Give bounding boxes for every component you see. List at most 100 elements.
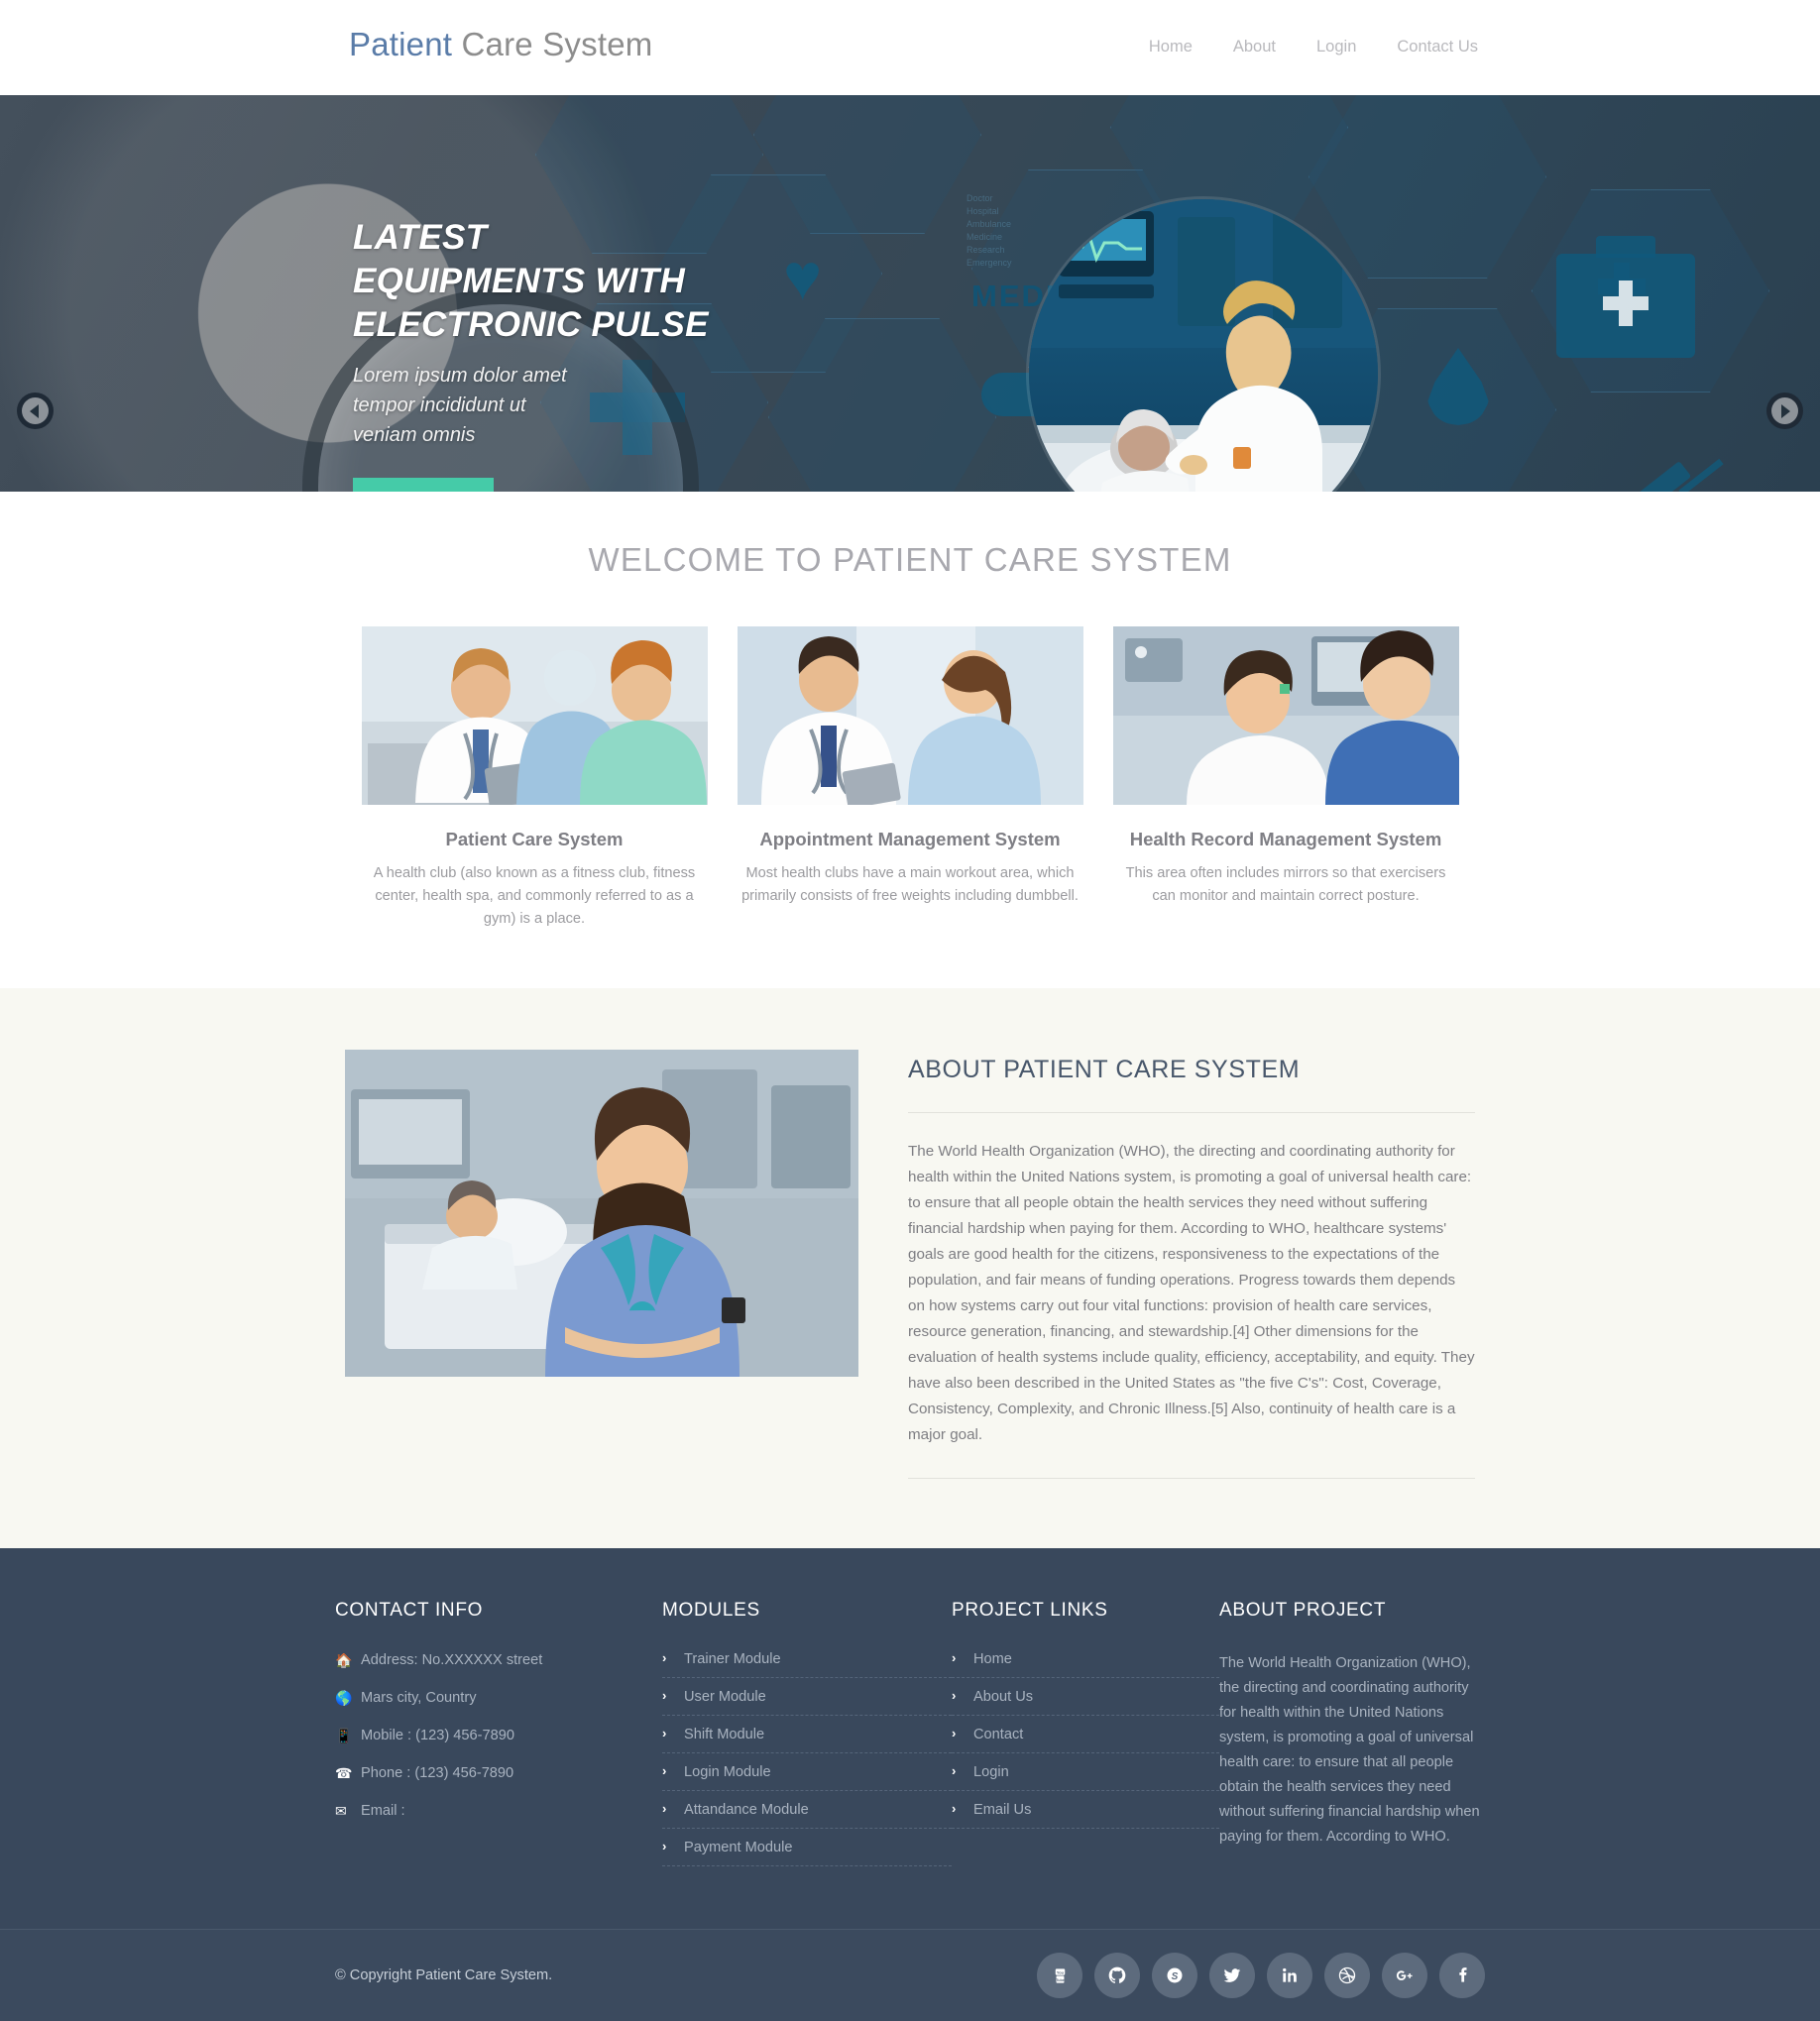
footer-contact-heading: CONTACT INFO [335, 1600, 484, 1621]
carousel-prev-arrow[interactable] [17, 393, 54, 429]
read-more-button[interactable]: Read more [353, 478, 494, 492]
project-link-label: Login [973, 1764, 1009, 1780]
facebook-icon[interactable] [1439, 1953, 1485, 1998]
module-link-label: User Module [684, 1689, 766, 1705]
main-navigation: Home About Login Contact Us [1149, 38, 1478, 56]
contact-row-city: 🌎 Mars city, Country [335, 1689, 662, 1708]
home-icon: 🏠 [335, 1652, 353, 1668]
hero-title-line-1: LATEST [353, 218, 488, 257]
health-record-illustration [1112, 626, 1459, 805]
project-link-label: About Us [973, 1689, 1034, 1705]
skype-icon[interactable]: S [1152, 1953, 1197, 1998]
project-link-label: Contact [973, 1727, 1024, 1742]
hero-subtitle: Lorem ipsum dolor amet tempor incididunt… [353, 361, 987, 450]
about-image [345, 1050, 858, 1377]
service-card-image [361, 626, 708, 805]
contact-row-address: 🏠 Address: No.XXXXXX street [335, 1651, 662, 1670]
chevron-right-icon: › [662, 1650, 667, 1665]
service-card[interactable]: Appointment Management System Most healt… [737, 626, 1083, 931]
site-header: Patient Care System Home About Login Con… [0, 0, 1820, 95]
appointment-illustration [737, 626, 1083, 805]
chevron-right-icon [1771, 397, 1798, 424]
nav-item-about[interactable]: About [1233, 38, 1276, 56]
site-footer: CONTACT INFO 🏠 Address: No.XXXXXX street… [0, 1548, 1820, 2021]
module-link-label: Login Module [684, 1764, 771, 1780]
module-link-user[interactable]: › User Module [662, 1688, 952, 1716]
hero-title: LATEST EQUIPMENTS WITH ELECTRONIC PULSE [353, 216, 987, 347]
linkedin-icon[interactable] [1267, 1953, 1312, 1998]
nurse-portrait-illustration [345, 1050, 858, 1377]
svg-text:You: You [1056, 1969, 1064, 1974]
module-link-label: Trainer Module [684, 1651, 781, 1667]
about-text-column: ABOUT PATIENT CARE SYSTEM The World Heal… [908, 1050, 1475, 1479]
chevron-right-icon: › [952, 1763, 957, 1778]
contact-phone-text: Phone : (123) 456-7890 [361, 1765, 514, 1781]
dribbble-icon[interactable] [1324, 1953, 1370, 1998]
envelope-icon: ✉ [335, 1803, 347, 1819]
logo-part-two: Care System [461, 26, 653, 62]
contact-row-mobile: 📱 Mobile : (123) 456-7890 [335, 1727, 662, 1745]
chevron-right-icon: › [662, 1763, 667, 1778]
contact-email-text: Email : [361, 1803, 405, 1819]
project-link-label: Email Us [973, 1802, 1032, 1818]
googleplus-icon[interactable] [1382, 1953, 1427, 1998]
project-link-login[interactable]: › Login [952, 1763, 1219, 1791]
service-card[interactable]: Patient Care System A health club (also … [361, 626, 708, 931]
chevron-right-icon: › [662, 1726, 667, 1740]
hero-title-line-2: EQUIPMENTS WITH [353, 262, 686, 300]
chevron-left-icon [22, 397, 49, 424]
module-link-shift[interactable]: › Shift Module [662, 1726, 952, 1753]
footer-modules-heading: MODULES [662, 1600, 760, 1621]
about-body-text: The World Health Organization (WHO), the… [908, 1143, 1475, 1443]
module-link-label: Payment Module [684, 1840, 793, 1855]
project-link-home[interactable]: › Home [952, 1650, 1219, 1678]
nav-item-contact-us[interactable]: Contact Us [1397, 38, 1478, 56]
carousel-next-arrow[interactable] [1766, 393, 1803, 429]
contact-row-email: ✉ Email : [335, 1802, 662, 1821]
welcome-section: WELCOME TO PATIENT CARE SYSTEM Patient C… [0, 492, 1820, 988]
chevron-right-icon: › [952, 1650, 957, 1665]
twitter-icon[interactable] [1209, 1953, 1255, 1998]
footer-modules-column: MODULES › Trainer Module › User Module › Sh… [662, 1600, 952, 1877]
module-link-login[interactable]: › Login Module [662, 1763, 952, 1791]
contact-address-text: Address: No.XXXXXX street [361, 1652, 543, 1668]
hero-subtitle-line-2: tempor incididunt ut [353, 394, 526, 416]
module-link-payment[interactable]: › Payment Module [662, 1839, 952, 1866]
nav-item-home[interactable]: Home [1149, 38, 1193, 56]
github-icon[interactable] [1094, 1953, 1140, 1998]
about-heading: ABOUT PATIENT CARE SYSTEM [908, 1056, 1301, 1083]
social-links: You Tube S [1037, 1953, 1485, 1998]
module-link-attendance[interactable]: › Attandance Module [662, 1801, 952, 1829]
project-link-contact[interactable]: › Contact [952, 1726, 1219, 1753]
service-card[interactable]: Health Record Management System This are… [1112, 626, 1459, 931]
project-link-email-us[interactable]: › Email Us [952, 1801, 1219, 1829]
module-link-trainer[interactable]: › Trainer Module [662, 1650, 952, 1678]
hero-photo-illustration [1029, 199, 1378, 492]
hero-content: LATEST EQUIPMENTS WITH ELECTRONIC PULSE … [353, 216, 987, 492]
youtube-icon[interactable]: You Tube [1037, 1953, 1082, 1998]
hero-title-line-3: ELECTRONIC PULSE [353, 305, 709, 344]
about-section: ABOUT PATIENT CARE SYSTEM The World Heal… [0, 988, 1820, 1548]
service-card-title: Appointment Management System [759, 829, 1061, 849]
contact-city-text: Mars city, Country [361, 1690, 477, 1706]
footer-project-links-heading: PROJECT LINKS [952, 1600, 1108, 1621]
service-card-text: This area often includes mirrors so that… [1125, 865, 1446, 904]
service-card-text: Most health clubs have a main workout ar… [741, 865, 1079, 904]
phone-icon: ☎ [335, 1765, 353, 1781]
chevron-right-icon: › [952, 1688, 957, 1703]
mobile-icon: 📱 [335, 1728, 353, 1743]
about-divider-bottom [908, 1478, 1475, 1479]
site-logo[interactable]: Patient Care System [349, 26, 652, 63]
about-divider-top [908, 1112, 1475, 1113]
svg-text:S: S [1172, 1971, 1179, 1982]
contact-mobile-text: Mobile : (123) 456-7890 [361, 1728, 514, 1743]
chevron-right-icon: › [952, 1801, 957, 1816]
service-cards: Patient Care System A health club (also … [0, 626, 1820, 931]
project-link-label: Home [973, 1651, 1012, 1667]
project-link-about-us[interactable]: › About Us [952, 1688, 1219, 1716]
module-link-label: Shift Module [684, 1727, 765, 1742]
footer-bottom-bar: © Copyright Patient Care System. You Tube… [0, 1929, 1820, 2021]
service-card-title: Patient Care System [445, 829, 624, 849]
nav-item-login[interactable]: Login [1316, 38, 1356, 56]
footer-contact-column: CONTACT INFO 🏠 Address: No.XXXXXX street… [335, 1600, 662, 1877]
